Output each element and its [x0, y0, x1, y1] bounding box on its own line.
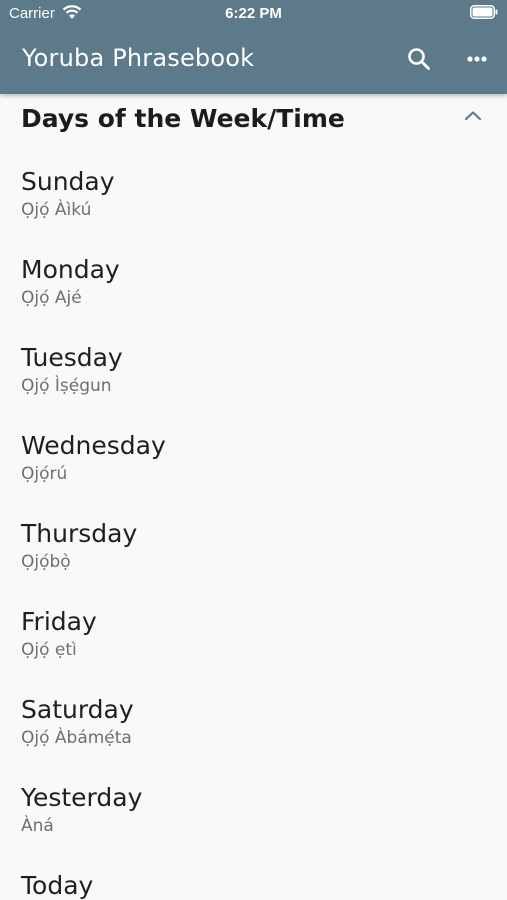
list-item[interactable]: Friday Ọjọ́ ẹtì — [0, 584, 507, 672]
section-title: Days of the Week/Time — [21, 104, 345, 133]
phrase-yoruba: Ọjọ́ ẹtì — [21, 640, 77, 660]
phrase-yoruba: Ọjọ́ Àìkú — [21, 200, 92, 220]
status-time: 6:22 PM — [225, 5, 282, 22]
phrase-yoruba: Àná — [21, 816, 54, 836]
phone-screen: Carrier 6:22 PM Yoruba Phrasebook Days o… — [0, 0, 507, 900]
phrase-english: Thursday — [21, 519, 138, 548]
list-item[interactable]: Today — [0, 848, 507, 900]
phrase-english: Today — [21, 871, 94, 900]
list-item[interactable]: Sunday Ọjọ́ Àìkú — [0, 144, 507, 232]
list-item[interactable]: Yesterday Àná — [0, 760, 507, 848]
app-header: Carrier 6:22 PM Yoruba Phrasebook — [0, 0, 507, 94]
section-header[interactable]: Days of the Week/Time — [0, 94, 507, 144]
status-bar: Carrier 6:22 PM — [0, 0, 507, 28]
phrase-english: Friday — [21, 607, 97, 636]
list-item[interactable]: Monday Ọjọ́ Ajé — [0, 232, 507, 320]
phrase-english: Monday — [21, 255, 120, 284]
phrase-english: Saturday — [21, 695, 134, 724]
phrase-yoruba: Ọjọ́bọ̀ — [21, 552, 71, 572]
phrase-yoruba: Ọjọ́ Àbámẹ́ta — [21, 728, 132, 748]
list-item[interactable]: Wednesday Ọjọ́rú — [0, 408, 507, 496]
phrase-yoruba: Ọjọ́ Ìṣẹ́gun — [21, 376, 112, 396]
phrase-english: Tuesday — [21, 343, 123, 372]
list-item[interactable]: Tuesday Ọjọ́ Ìṣẹ́gun — [0, 320, 507, 408]
search-icon[interactable] — [404, 44, 434, 74]
more-horizontal-icon[interactable] — [462, 44, 492, 74]
phrase-english: Wednesday — [21, 431, 166, 460]
app-title: Yoruba Phrasebook — [22, 44, 255, 72]
list-item[interactable]: Saturday Ọjọ́ Àbámẹ́ta — [0, 672, 507, 760]
phrase-english: Sunday — [21, 167, 115, 196]
chevron-up-icon[interactable] — [462, 108, 484, 124]
phrase-yoruba: Ọjọ́rú — [21, 464, 68, 484]
phrase-list: Sunday Ọjọ́ Àìkú Monday Ọjọ́ Ajé Tuesday… — [0, 144, 507, 900]
phrase-english: Yesterday — [21, 783, 143, 812]
phrase-yoruba: Ọjọ́ Ajé — [21, 288, 82, 308]
battery-icon — [470, 5, 498, 19]
list-item[interactable]: Thursday Ọjọ́bọ̀ — [0, 496, 507, 584]
